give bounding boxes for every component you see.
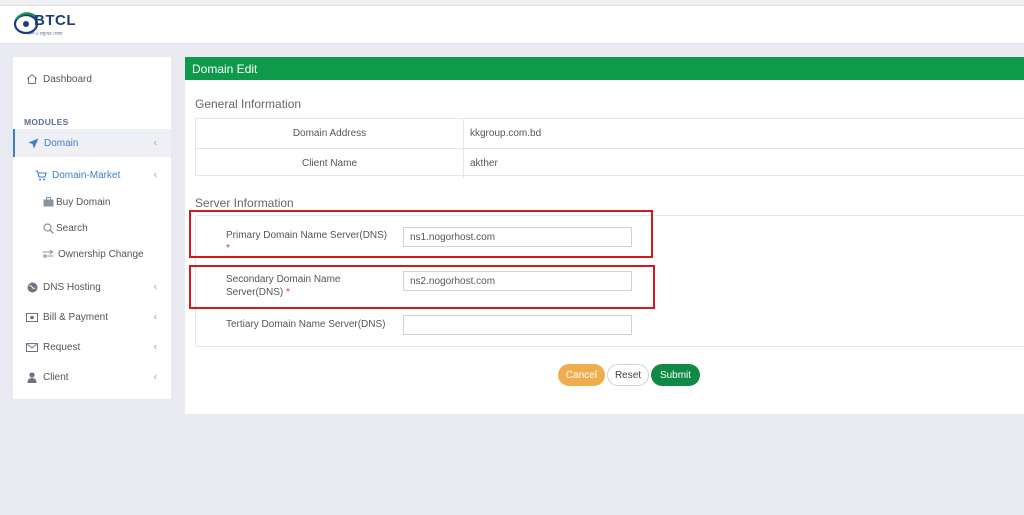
table-row: Domain Address kkgroup.com.bd [196, 119, 1024, 148]
sidebar-item-search[interactable]: Search [13, 215, 171, 241]
secondary-dns-highlight-box [189, 265, 655, 309]
money-bill-icon [26, 311, 38, 323]
sidebar-item-label: DNS Hosting [43, 281, 101, 293]
submit-button[interactable]: Submit [651, 364, 700, 386]
sidebar: Dashboard MODULES Domain ‹ Domain-Market… [13, 57, 171, 399]
sidebar-item-label: Search [56, 222, 88, 234]
sidebar-item-buy-domain[interactable]: Buy Domain [13, 189, 171, 215]
table-row: Client Name akther [196, 148, 1024, 178]
panel-title: Domain Edit [185, 57, 1024, 80]
chevron-left-icon: ‹ [153, 311, 157, 323]
chevron-left-icon: ‹ [153, 281, 157, 293]
sidebar-item-label: Bill & Payment [43, 311, 109, 323]
sidebar-item-dashboard[interactable]: Dashboard [13, 66, 171, 92]
tertiary-dns-label: Tertiary Domain Name Server(DNS) [226, 319, 386, 330]
sidebar-item-label: Client [43, 371, 69, 383]
top-header: BTCL দেশ ও মানুষের সেবায় [0, 6, 1024, 44]
sidebar-item-client[interactable]: Client ‹ [13, 364, 171, 390]
chevron-left-icon: ‹ [153, 371, 157, 383]
sidebar-item-bill-payment[interactable]: Bill & Payment ‹ [13, 304, 171, 330]
btcl-logo[interactable]: BTCL দেশ ও মানুষের সেবায় [12, 10, 82, 42]
cancel-button[interactable]: Cancel [558, 364, 605, 386]
logo-tagline: দেশ ও মানুষের সেবায় [28, 31, 63, 36]
sidebar-item-label: Domain [44, 137, 79, 149]
search-icon [42, 222, 54, 234]
sidebar-item-ownership-change[interactable]: Ownership Change [13, 241, 171, 267]
tertiary-dns-input[interactable] [403, 315, 632, 335]
sidebar-item-dns-hosting[interactable]: DNS Hosting ‹ [13, 274, 171, 300]
domain-address-value: kkgroup.com.bd [470, 128, 542, 139]
cart-icon [35, 169, 47, 181]
sidebar-item-domain-market[interactable]: Domain-Market ‹ [13, 162, 171, 188]
sidebar-item-label: Ownership Change [58, 248, 144, 260]
modules-section-label: MODULES [24, 117, 69, 127]
user-icon [26, 371, 38, 383]
primary-dns-highlight-box [189, 210, 653, 258]
client-name-label: Client Name [196, 149, 464, 178]
chevron-left-icon: ‹ [153, 169, 157, 181]
globe-icon [26, 281, 38, 293]
client-name-value: akther [470, 158, 498, 169]
general-information-table: Domain Address kkgroup.com.bd Client Nam… [195, 118, 1024, 178]
sidebar-item-label: Domain-Market [52, 169, 121, 181]
domain-address-label: Domain Address [196, 119, 464, 148]
sidebar-item-request[interactable]: Request ‹ [13, 334, 171, 360]
general-information-title: General Information [195, 97, 302, 111]
logo-text: BTCL [34, 12, 76, 29]
sidebar-item-label: Dashboard [43, 73, 92, 85]
sidebar-item-label: Request [43, 341, 81, 353]
envelope-icon [26, 341, 38, 353]
home-icon [26, 73, 38, 85]
briefcase-icon [42, 196, 54, 208]
server-information-title: Server Information [195, 196, 294, 210]
chevron-left-icon: ‹ [153, 341, 157, 353]
reset-button[interactable]: Reset [607, 364, 649, 386]
sidebar-item-domain[interactable]: Domain ‹ [13, 129, 171, 157]
exchange-icon [42, 248, 54, 260]
chevron-left-icon: ‹ [153, 137, 157, 149]
sidebar-item-label: Buy Domain [56, 196, 111, 208]
paper-plane-icon [27, 137, 39, 149]
domain-edit-panel: Domain Edit General Information Domain A… [185, 57, 1024, 414]
